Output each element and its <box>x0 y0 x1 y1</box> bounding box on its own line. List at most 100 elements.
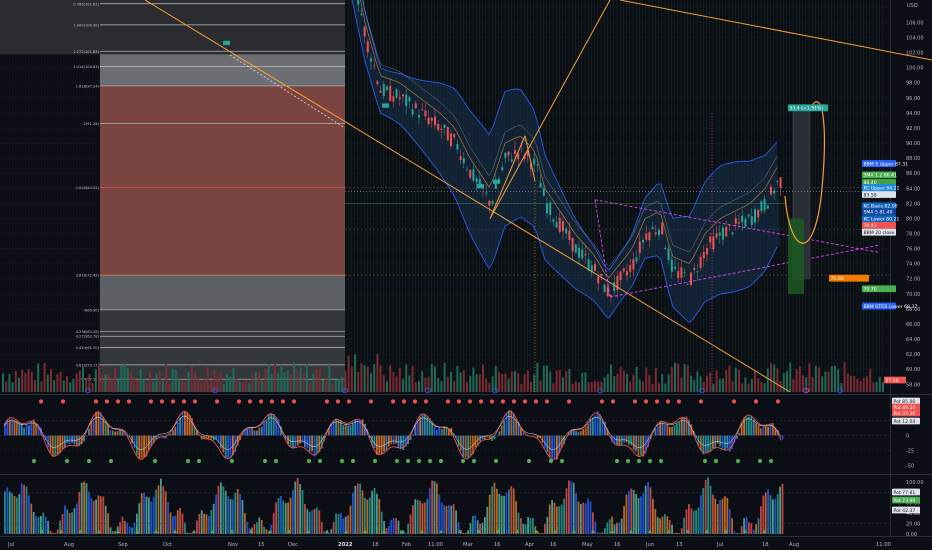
candle-body <box>763 198 766 211</box>
volume-bar <box>741 383 744 392</box>
rsi-bar <box>71 435 73 443</box>
stoch-bar <box>145 496 148 534</box>
volume-bar <box>878 376 881 392</box>
price-tick: 64.00 <box>906 337 920 343</box>
rsi-bar <box>498 431 501 436</box>
rsi-dot-top <box>368 399 374 404</box>
stoch-bar <box>709 485 712 534</box>
price-tag-text: 53.4 (+1.51%) <box>790 106 824 112</box>
stoch-bar <box>640 496 642 534</box>
time-tick: Oct <box>163 542 172 548</box>
volume-bar <box>805 377 808 392</box>
volume-bar <box>418 381 420 392</box>
stoch-bar <box>282 500 285 534</box>
volume-bar <box>421 371 424 392</box>
rsi-bar <box>256 430 258 436</box>
volume-bar <box>117 378 120 392</box>
fib-level-label: 1.414(100.63) <box>73 65 99 69</box>
volume-bar <box>670 367 673 392</box>
volume-bar <box>158 371 161 392</box>
stoch-label: Pot 77.81 <box>892 488 920 496</box>
stoch-bar <box>649 487 652 534</box>
price-tag-text: Pot 42.37 <box>894 508 916 514</box>
rsi-bar <box>721 435 724 449</box>
price-label: SMA 1.2 86.41 <box>862 171 897 179</box>
rsi-bar <box>344 423 347 436</box>
volume-bar <box>542 365 545 392</box>
candle-body <box>469 169 472 178</box>
rsi-dot-top <box>214 399 220 404</box>
volume-bar <box>75 373 78 392</box>
volume-bar <box>91 382 94 392</box>
rsi-dot-bottom <box>548 458 554 464</box>
candle-body <box>366 41 369 53</box>
stoch-bar <box>594 521 597 534</box>
candle-body <box>542 188 545 196</box>
stoch-bar <box>762 495 765 534</box>
volume-bar <box>293 362 296 392</box>
rsi-bar <box>308 435 311 452</box>
candle-body <box>619 271 622 281</box>
time-tick: Sep <box>118 542 128 548</box>
volume-bar <box>530 382 532 392</box>
volume-bar <box>72 378 75 392</box>
rsi-bar <box>342 425 345 436</box>
volume-bar <box>101 374 104 392</box>
volume-bar <box>869 368 872 392</box>
volume-bar <box>504 373 507 392</box>
candle-body <box>699 256 702 268</box>
volume-bar <box>648 375 651 392</box>
volume-bar <box>744 377 747 392</box>
rsi-bar <box>8 419 11 436</box>
stoch-bar <box>356 483 359 534</box>
time-tick: Jun <box>645 542 654 548</box>
rsi-dot-top <box>247 399 253 404</box>
stoch-bar <box>85 483 88 534</box>
rsi-bar <box>301 435 304 443</box>
rsi-bar <box>620 435 623 446</box>
stoch-bar <box>505 492 508 534</box>
stoch-bar <box>635 493 637 534</box>
volume-bar <box>651 383 654 392</box>
rsi-dot-top <box>324 399 330 404</box>
chart-canvas[interactable]: 0.786(101.81) 1.000(100.00) 1.272(101.83) 1… <box>0 0 932 550</box>
candle-body <box>408 97 411 102</box>
stoch-bar <box>580 503 582 534</box>
stoch-bar <box>294 481 297 534</box>
rsi-dot-top <box>412 399 418 404</box>
volume-bar <box>658 383 660 392</box>
volume-bar <box>427 376 430 392</box>
stoch-bar <box>659 518 661 534</box>
stoch-bar <box>700 495 702 534</box>
volume-bar <box>846 373 849 392</box>
rsi-bar <box>11 418 13 436</box>
volume-bar <box>184 382 187 392</box>
rsi-dot-top <box>676 399 682 404</box>
fib-level-label: 4.618(59.11) <box>76 363 100 367</box>
candle-body <box>491 201 494 204</box>
stoch-bar <box>239 494 241 534</box>
stoch-bar <box>16 497 18 534</box>
stoch-bar <box>421 503 424 534</box>
volume-bar <box>574 381 577 392</box>
rsi-dot-top <box>665 399 671 404</box>
rsi-bar <box>383 435 385 452</box>
volume-bar <box>645 367 648 392</box>
stoch-bar <box>680 528 683 534</box>
rsi-bar <box>95 411 97 436</box>
rsi-bar <box>440 428 443 436</box>
stoch-bar <box>152 496 155 534</box>
candle-body <box>581 249 584 259</box>
candle-body <box>664 247 667 250</box>
price-tick: 76.00 <box>906 247 920 253</box>
stoch-bar <box>313 509 316 534</box>
stoch-bar <box>731 518 733 534</box>
rsi-bar <box>395 435 397 444</box>
rsi-bar <box>438 427 441 436</box>
volume-bar <box>696 371 699 392</box>
stoch-bar <box>570 481 573 534</box>
price-tick: 72.00 <box>906 277 920 283</box>
volume-bar <box>818 367 820 392</box>
stoch-bar <box>428 488 431 534</box>
volume-bar <box>654 368 657 392</box>
